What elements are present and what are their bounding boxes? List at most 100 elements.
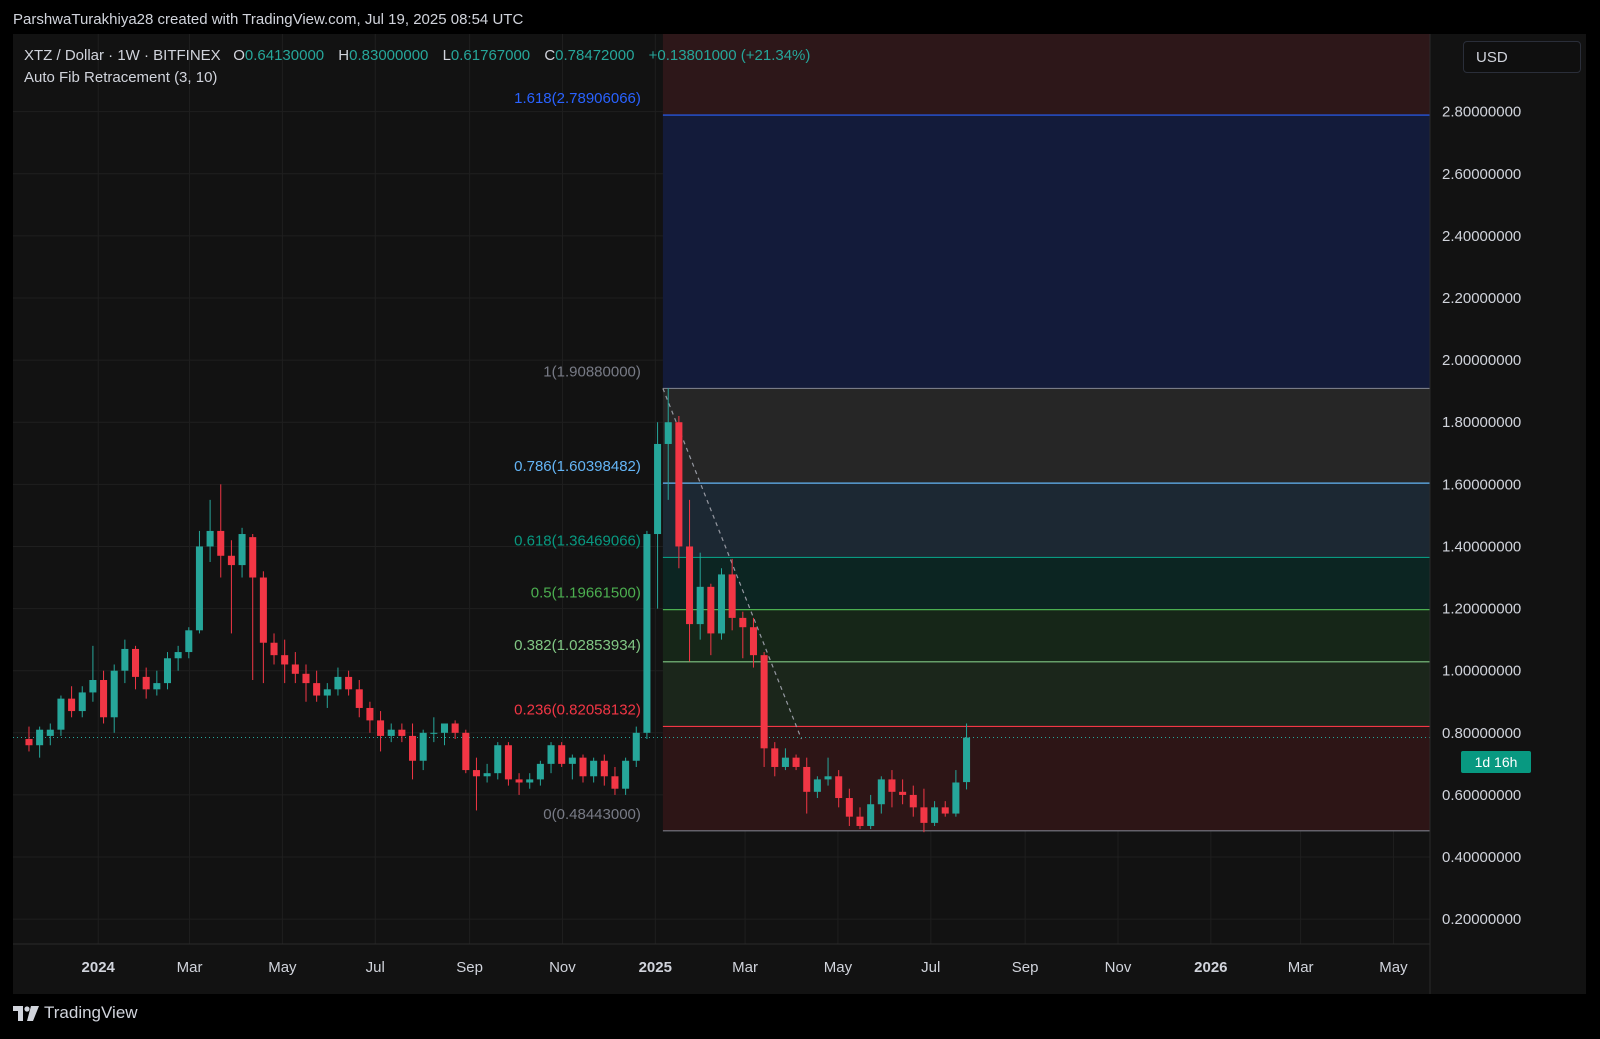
fib-zone xyxy=(662,115,1430,389)
candle-body xyxy=(771,748,779,767)
x-tick-label: Mar xyxy=(732,959,758,976)
candle-body xyxy=(472,770,480,777)
candle-body xyxy=(334,676,342,690)
fib-zone xyxy=(662,726,1430,831)
candle-body xyxy=(217,530,225,556)
candle-body xyxy=(302,673,310,684)
x-tick-label: May xyxy=(1379,959,1408,976)
candle-body xyxy=(835,776,843,799)
tradingview-branding[interactable]: TradingView xyxy=(13,1003,138,1023)
high-value: 0.83000000 xyxy=(349,47,429,64)
y-tick-label: 2.20000000 xyxy=(1442,290,1521,307)
candle-body xyxy=(739,617,747,628)
candle-body xyxy=(909,794,917,808)
candle-body xyxy=(856,816,864,826)
y-tick-label: 1.40000000 xyxy=(1442,538,1521,555)
candle-body xyxy=(68,698,76,712)
candle-body xyxy=(611,776,619,789)
y-tick-label: 0.20000000 xyxy=(1442,911,1521,928)
candle-body xyxy=(281,655,289,665)
candle-body xyxy=(824,776,832,780)
candle-body xyxy=(696,586,704,625)
indicator-label[interactable]: Auto Fib Retracement (3, 10) xyxy=(24,69,217,86)
y-tick-label: 1.00000000 xyxy=(1442,663,1521,680)
candle-body xyxy=(504,745,512,780)
currency-selector[interactable]: USD xyxy=(1463,41,1581,73)
tradingview-logo-icon xyxy=(13,1005,39,1021)
y-tick-label: 0.40000000 xyxy=(1442,849,1521,866)
candle-body xyxy=(760,655,768,749)
candle-body xyxy=(132,648,140,677)
candle-body xyxy=(110,670,118,718)
fib-level-label: 0.236(0.82058132) xyxy=(514,701,641,718)
candle-body xyxy=(643,534,651,733)
candle-body xyxy=(622,760,630,789)
candle-body xyxy=(877,779,885,805)
candle-body xyxy=(867,804,875,826)
candle-body xyxy=(89,680,97,693)
x-tick-label: 2024 xyxy=(82,959,116,976)
candle-body xyxy=(632,732,640,761)
fib-level-label: 0.5(1.19661500) xyxy=(531,585,641,602)
fib-level-label: 1(1.90880000) xyxy=(543,363,641,380)
candle-body xyxy=(121,648,129,671)
candle-body xyxy=(387,729,395,736)
candle-body xyxy=(899,791,907,795)
high-label: H xyxy=(338,47,350,64)
open-label: O xyxy=(233,47,245,64)
candle-body xyxy=(728,574,736,618)
candle-body xyxy=(238,534,246,566)
symbol-legend: XTZ / Dollar · 1W · BITFINEX O0.64130000… xyxy=(24,47,810,64)
fib-zone xyxy=(662,483,1430,558)
candle-body xyxy=(259,577,267,643)
currency-label: USD xyxy=(1476,49,1508,66)
candle-body xyxy=(153,683,161,690)
fib-level-label: 0.786(1.60398482) xyxy=(514,458,641,475)
tradingview-brand-text: TradingView xyxy=(44,1003,138,1022)
candle-body xyxy=(419,732,427,761)
close-label: C xyxy=(544,47,556,64)
x-tick-label: Mar xyxy=(1288,959,1314,976)
candle-body xyxy=(654,443,662,535)
candle-body xyxy=(142,676,150,690)
candle-body xyxy=(249,537,257,578)
x-tick-label: 2025 xyxy=(639,959,672,976)
candle-body xyxy=(227,555,235,566)
candle-body xyxy=(707,586,715,634)
candle-body xyxy=(462,732,470,771)
symbol-title[interactable]: XTZ / Dollar · 1W · BITFINEX xyxy=(24,47,221,64)
candle-body xyxy=(36,729,44,746)
candle-body xyxy=(398,729,406,736)
y-tick-label: 1.80000000 xyxy=(1442,414,1521,431)
x-tick-label: May xyxy=(824,959,853,976)
y-tick-label: 1.60000000 xyxy=(1442,476,1521,493)
fib-zone xyxy=(662,557,1430,610)
price-chart[interactable]: 1.618(2.78906066) 1(1.90880000) 0.786(1.60… xyxy=(13,34,1586,994)
fib-zone xyxy=(662,661,1430,727)
candle-body xyxy=(291,664,299,674)
fib-level-label: 0.382(1.02853934) xyxy=(514,637,641,654)
chart-frame[interactable]: 1.618(2.78906066) 1(1.90880000) 0.786(1.60… xyxy=(13,34,1586,994)
y-tick-label: 0.80000000 xyxy=(1442,725,1521,742)
y-tick-label: 0.60000000 xyxy=(1442,787,1521,804)
candle-body xyxy=(25,739,33,746)
candle-body xyxy=(536,763,544,780)
candle-body xyxy=(686,546,694,625)
candle-body xyxy=(963,737,971,783)
candle-body xyxy=(749,627,757,656)
candle-body xyxy=(430,732,438,734)
fib-level-label: 1.618(2.78906066) xyxy=(514,90,641,107)
candle-body xyxy=(323,689,331,696)
candle-body xyxy=(664,422,672,444)
candle-body xyxy=(675,422,683,547)
candle-body xyxy=(888,779,896,792)
candle-body xyxy=(526,779,534,783)
candle-body xyxy=(440,723,449,733)
x-tick-label: May xyxy=(268,959,297,976)
candle-body xyxy=(345,676,353,690)
candle-body xyxy=(547,745,555,764)
x-tick-label: Sep xyxy=(1012,959,1039,976)
candle-body xyxy=(78,692,86,712)
candle-body xyxy=(57,698,65,730)
candle-body xyxy=(813,779,821,792)
